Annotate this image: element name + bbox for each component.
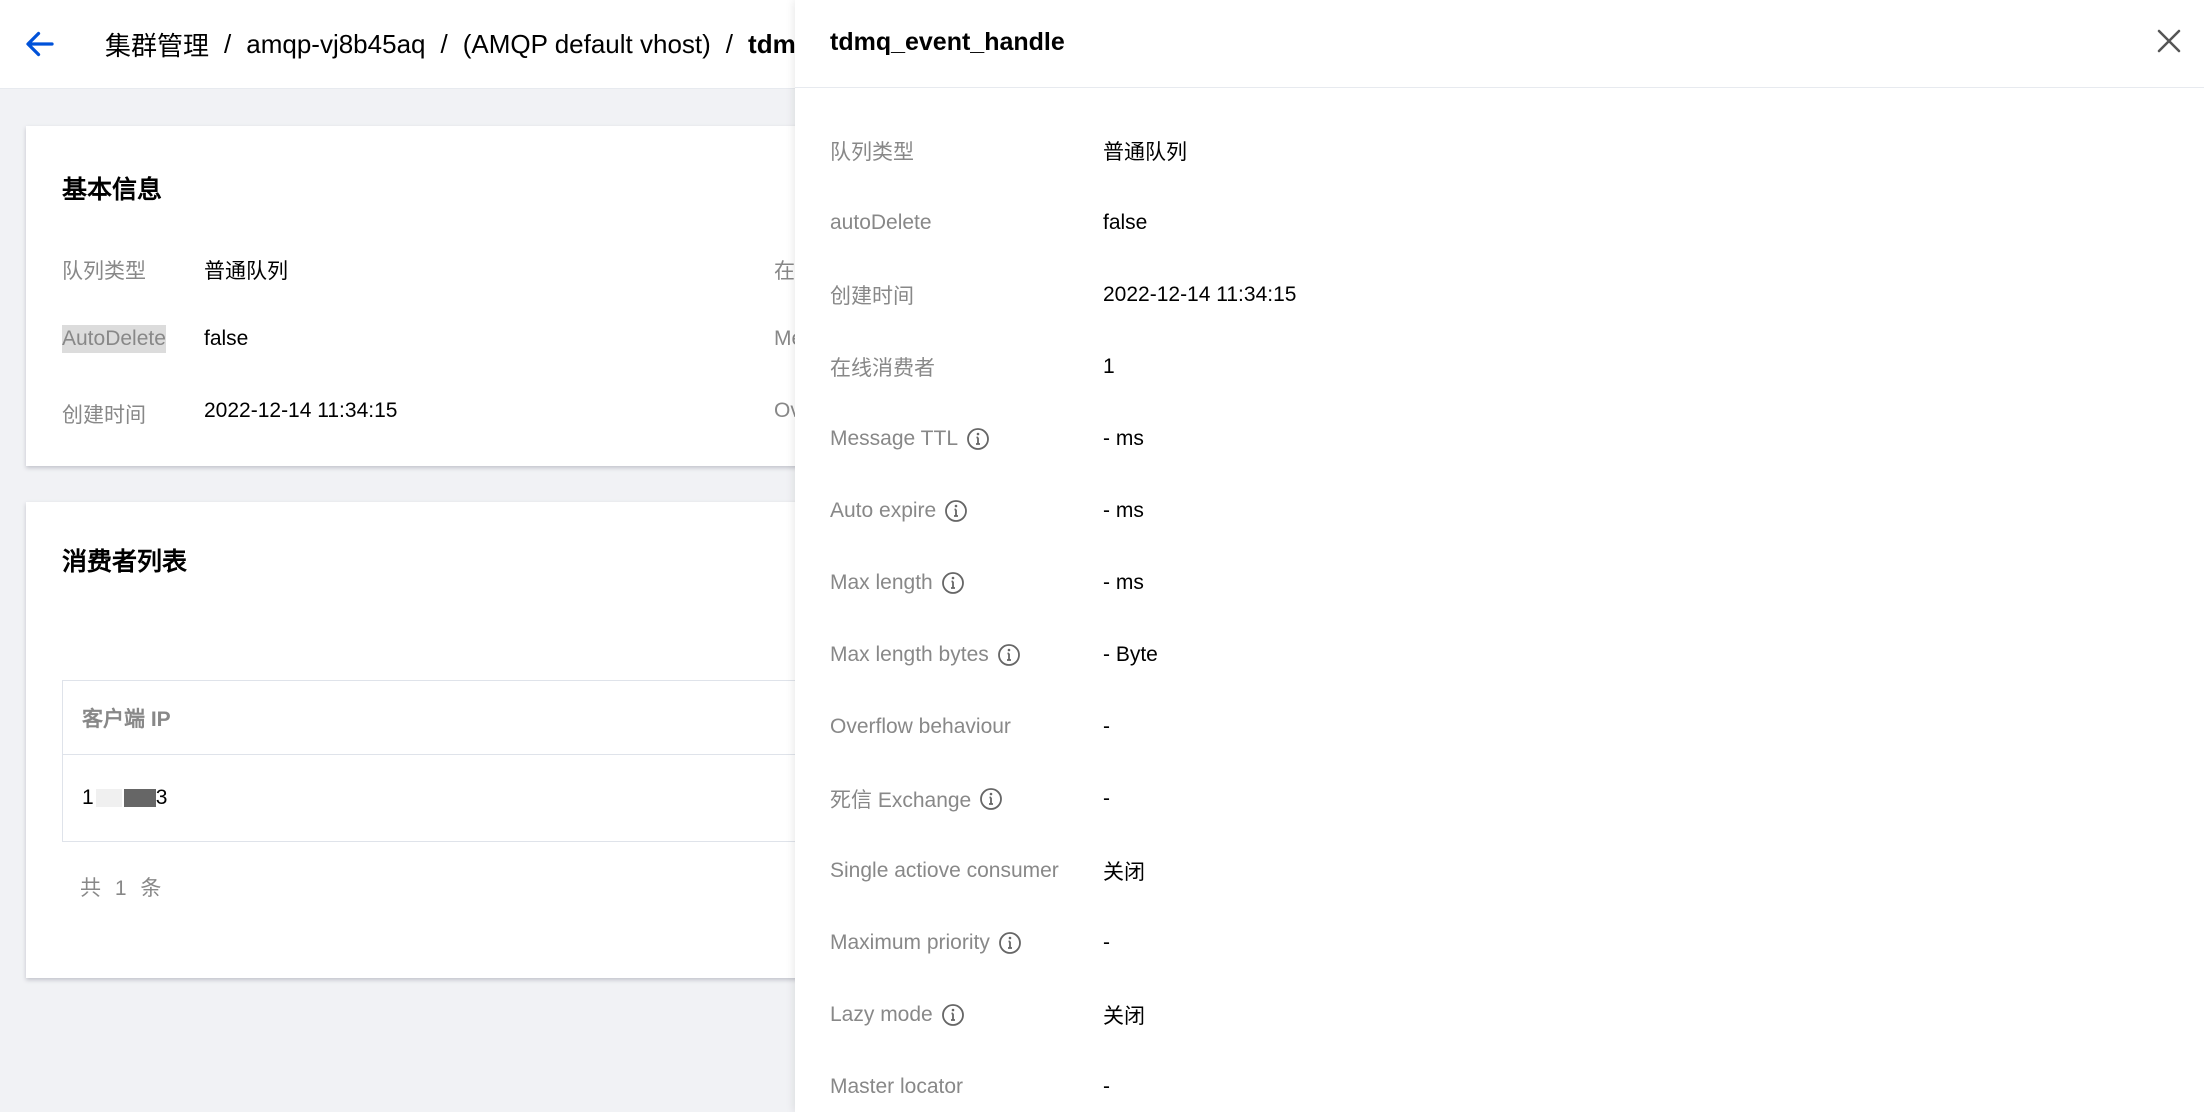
basic-info-title: 基本信息 <box>62 176 163 204</box>
info-icon[interactable] <box>979 787 1003 811</box>
detail-row-value: 普通队列 <box>1103 141 1187 164</box>
queue-type-label: 队列类型 <box>62 260 146 283</box>
detail-label-text: Message TTL <box>830 427 958 450</box>
info-icon[interactable] <box>941 1003 965 1027</box>
detail-row-label: 在线消费者 <box>830 352 1103 382</box>
drawer-header: tdmq_event_handle <box>795 0 2204 88</box>
detail-label-text: Overflow behaviour <box>830 715 1011 738</box>
detail-row-value: - ms <box>1103 571 1144 594</box>
detail-row-value: - ms <box>1103 427 1144 450</box>
client-ip-suffix: 3 <box>155 786 168 809</box>
info-icon[interactable] <box>944 499 968 523</box>
detail-label-text: Max length bytes <box>830 643 989 666</box>
detail-row: Max length - ms <box>830 563 1144 603</box>
breadcrumb-item-cluster[interactable]: 集群管理 <box>105 26 209 63</box>
detail-label-text: 死信 Exchange <box>830 789 972 812</box>
detail-row-label: Auto expire <box>830 499 1103 523</box>
created-time-value: 2022-12-14 11:34:15 <box>204 399 398 422</box>
detail-row-value: - <box>1103 1075 1110 1098</box>
detail-row-label: 死信 Exchange <box>830 784 1103 814</box>
detail-row: 死信 Exchange - <box>830 779 1110 819</box>
autodelete-label: AutoDelete <box>62 325 166 353</box>
queue-detail-drawer: tdmq_event_handle 队列类型 普通队列 autoDelete fals… <box>795 0 2204 1112</box>
detail-label-text: 队列类型 <box>830 141 914 164</box>
detail-row-label: Max length bytes <box>830 643 1103 667</box>
breadcrumb: 集群管理 / amqp-vj8b45aq / (AMQP default vho… <box>105 26 812 63</box>
detail-row-value: false <box>1103 211 1148 234</box>
masked-ip-segment <box>95 789 122 807</box>
detail-row-value: 关闭 <box>1103 1005 1145 1028</box>
detail-row: Maximum priority - <box>830 923 1110 963</box>
detail-row-value: - <box>1103 787 1110 810</box>
detail-row-label: Max length <box>830 571 1103 595</box>
detail-label-text: Maximum priority <box>830 931 990 954</box>
detail-row-label: 创建时间 <box>830 280 1103 310</box>
breadcrumb-separator: / <box>440 29 448 59</box>
info-icon[interactable] <box>966 427 990 451</box>
info-icon[interactable] <box>998 931 1022 955</box>
breadcrumb-item-vhost[interactable]: (AMQP default vhost) <box>463 29 711 60</box>
queue-type-value: 普通队列 <box>204 260 288 283</box>
detail-row: Auto expire - ms <box>830 491 1144 531</box>
breadcrumb-item-instance[interactable]: amqp-vj8b45aq <box>246 29 425 60</box>
detail-row-label: 队列类型 <box>830 136 1103 166</box>
detail-label-text: 创建时间 <box>830 285 914 308</box>
back-arrow-icon[interactable] <box>22 26 58 62</box>
detail-row: Single actiove consumer 关闭 <box>830 851 1145 891</box>
detail-row-value: - ms <box>1103 499 1144 522</box>
detail-label-text: 在线消费者 <box>830 357 935 380</box>
consumers-card: 消费者列表 客户端 IP 1 3 共 1 条 <box>26 502 962 978</box>
detail-label-text: Max length <box>830 571 933 594</box>
detail-row-label: Lazy mode <box>830 1003 1103 1027</box>
info-icon[interactable] <box>941 571 965 595</box>
created-time-label: 创建时间 <box>62 404 146 427</box>
detail-row-value: - Byte <box>1103 643 1158 666</box>
detail-label-text: Master locator <box>830 1075 964 1098</box>
close-icon[interactable] <box>2154 26 2184 56</box>
detail-row-label: Master locator <box>830 1075 1103 1099</box>
total-count: 共 1 条 <box>80 877 162 900</box>
detail-row-label: Maximum priority <box>830 931 1103 955</box>
detail-row-label: autoDelete <box>830 211 1103 235</box>
online-consumers-label: 在 <box>774 260 795 283</box>
detail-row-label: Message TTL <box>830 427 1103 451</box>
masked-ip-segment <box>123 789 156 807</box>
info-icon[interactable] <box>997 643 1021 667</box>
detail-row: 在线消费者 1 <box>830 347 1115 387</box>
detail-row: Max length bytes - Byte <box>830 635 1158 675</box>
detail-row: 队列类型 普通队列 <box>830 131 1187 171</box>
detail-row: autoDelete false <box>830 203 1147 243</box>
detail-row-label: Overflow behaviour <box>830 715 1103 739</box>
breadcrumb-separator: / <box>224 29 232 59</box>
autodelete-value: false <box>204 327 249 350</box>
detail-label-text: Lazy mode <box>830 1003 933 1026</box>
detail-label-text: Auto expire <box>830 499 937 522</box>
detail-row-value: 关闭 <box>1103 861 1145 884</box>
detail-row: Overflow behaviour - <box>830 707 1110 747</box>
detail-row-value: - <box>1103 931 1110 954</box>
client-ip-prefix: 1 <box>82 786 94 809</box>
consumers-title: 消费者列表 <box>62 548 188 576</box>
drawer-title: tdmq_event_handle <box>830 28 1065 56</box>
breadcrumb-separator: / <box>725 29 734 59</box>
detail-row: Message TTL - ms <box>830 419 1144 459</box>
detail-row-value: - <box>1103 715 1110 738</box>
detail-label-text: autoDelete <box>830 211 932 234</box>
basic-info-card: 基本信息 队列类型 普通队列 AutoDelete false 创建时间 202… <box>26 126 926 466</box>
detail-row-value: 2022-12-14 11:34:15 <box>1103 283 1297 306</box>
detail-row: Lazy mode 关闭 <box>830 995 1145 1035</box>
detail-row: 创建时间 2022-12-14 11:34:15 <box>830 275 1296 315</box>
detail-label-text: Single actiove consumer <box>830 859 1059 882</box>
detail-row-value: 1 <box>1103 355 1115 378</box>
detail-row-label: Single actiove consumer <box>830 859 1103 883</box>
detail-row: Master locator - <box>830 1067 1110 1107</box>
column-header-client-ip: 客户端 IP <box>82 707 171 731</box>
